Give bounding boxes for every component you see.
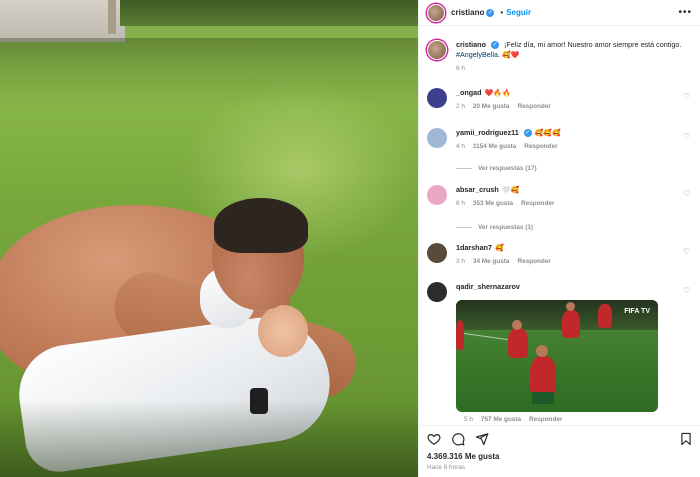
comment-avatar[interactable] [427, 88, 447, 108]
heart-icon[interactable]: ♡ [683, 287, 691, 295]
gif-player [508, 328, 528, 358]
comment-username[interactable]: yamii_rodriguez11 [456, 128, 519, 137]
caption-emoji: 🥰❤️ [501, 52, 520, 59]
heart-icon[interactable]: ♡ [683, 133, 691, 141]
comment-likes[interactable]: 1154 Me gusta [473, 143, 516, 150]
caption-hashtag[interactable]: #AngelyBella. [456, 50, 500, 59]
reply-button[interactable]: Responder [517, 103, 550, 110]
gif-player [562, 310, 580, 338]
author-username[interactable]: cristiano [451, 8, 484, 17]
caption-text: ¡Feliz día, mi amor! Nuestro amor siempr… [503, 40, 682, 49]
photo-post [108, 0, 116, 34]
comment-time: 3 h [456, 258, 465, 265]
view-replies-button[interactable]: Ver respuestas (1) [456, 224, 533, 231]
comments-list[interactable]: cristiano ✓ ¡Feliz día, mi amor! Nuestro … [419, 27, 700, 425]
photo-baby-face [258, 305, 308, 357]
comment-icon[interactable] [451, 432, 465, 446]
author-avatar[interactable] [427, 3, 445, 22]
verified-icon: ✓ [490, 41, 499, 50]
comment-username[interactable]: 1darshan7 [456, 243, 492, 252]
comment-row: absar_crush 🤍🥰 6 h 353 Me gusta Responder ♡ [427, 185, 693, 209]
bookmark-icon[interactable] [679, 432, 693, 446]
heart-icon[interactable]: ♡ [683, 248, 691, 256]
heart-icon[interactable] [427, 432, 441, 446]
post-footer: 4.369.316 Me gusta Hace 6 horas [419, 425, 700, 477]
gif-player [598, 304, 612, 328]
fifa-tv-logo: FIFA TV [624, 308, 650, 315]
comment-time: 5 h [464, 416, 473, 423]
caption-time: 6 h [456, 65, 465, 72]
photo-hedge [120, 0, 418, 26]
gif-player-head [566, 302, 575, 311]
comment-likes[interactable]: 20 Me gusta [473, 103, 510, 110]
photo-shadow [0, 400, 418, 477]
comment-row: _ongad ❤️🔥🔥 2 h 20 Me gusta Responder ♡ [427, 88, 693, 112]
comment-gif[interactable]: FIFA TV [456, 300, 658, 412]
comment-row: yamii_rodriguez11 ✓ 🥰🥰🥰 4 h 1154 Me gusta Re… [427, 128, 693, 152]
caption-avatar[interactable] [427, 40, 447, 60]
gif-player-head [512, 320, 522, 330]
separator-dot: • [500, 8, 504, 17]
post-header: cristiano ✓ • Seguir ••• [419, 0, 700, 26]
gif-player [530, 356, 556, 396]
verified-icon: ✓ [523, 129, 532, 138]
comment-text: 🥰 [494, 245, 504, 252]
reply-button[interactable]: Responder [524, 143, 557, 150]
comment-username[interactable]: _ongad [456, 88, 482, 97]
more-icon[interactable]: ••• [678, 7, 692, 18]
comment-row-meta: 5 h 757 Me gusta Responder [464, 416, 664, 423]
comment-row: 1darshan7 🥰 3 h 34 Me gusta Responder ♡ [427, 243, 693, 267]
action-bar [427, 432, 693, 446]
post-time: Hace 6 horas [427, 464, 466, 471]
comment-likes[interactable]: 757 Me gusta [481, 416, 521, 423]
comment-avatar[interactable] [427, 128, 447, 148]
caption-username[interactable]: cristiano [456, 40, 486, 49]
comment-time: 4 h [456, 143, 465, 150]
gif-player [456, 320, 464, 350]
comment-row: qadir_shernazarov ♡ [427, 282, 693, 302]
heart-icon[interactable]: ♡ [683, 93, 691, 101]
verified-icon: ✓ [486, 8, 495, 17]
view-replies-button[interactable]: Ver respuestas (17) [456, 165, 537, 172]
heart-icon[interactable]: ♡ [683, 190, 691, 198]
comment-text: ❤️🔥🔥 [484, 90, 511, 97]
comment-avatar[interactable] [427, 185, 447, 205]
gif-player-shorts [532, 392, 554, 404]
comment-avatar[interactable] [427, 282, 447, 302]
comment-time: 2 h [456, 103, 465, 110]
gif-player-head [536, 345, 548, 357]
comment-username[interactable]: absar_crush [456, 185, 499, 194]
gif-pitch-line [456, 331, 516, 342]
post-sidebar: cristiano ✓ • Seguir ••• cristiano ✓ ¡Fel… [418, 0, 700, 477]
comment-text: 🥰🥰🥰 [534, 130, 561, 137]
caption: cristiano ✓ ¡Feliz día, mi amor! Nuestro … [427, 40, 693, 74]
comment-avatar[interactable] [427, 243, 447, 263]
gif-stands [456, 300, 658, 330]
reply-button[interactable]: Responder [521, 200, 554, 207]
comment-likes[interactable]: 353 Me gusta [473, 200, 513, 207]
photo-man-hair [214, 198, 308, 253]
follow-button[interactable]: Seguir [506, 8, 531, 17]
post-photo[interactable] [0, 0, 418, 477]
reply-button[interactable]: Responder [529, 416, 562, 423]
share-icon[interactable] [475, 432, 489, 446]
comment-text: 🤍🥰 [501, 187, 520, 194]
comment-username[interactable]: qadir_shernazarov [456, 282, 520, 291]
likes-count[interactable]: 4.369.316 Me gusta [427, 452, 693, 461]
comment-likes[interactable]: 34 Me gusta [473, 258, 510, 265]
photo-wall [0, 0, 125, 42]
reply-button[interactable]: Responder [517, 258, 550, 265]
comment-time: 6 h [456, 200, 465, 207]
